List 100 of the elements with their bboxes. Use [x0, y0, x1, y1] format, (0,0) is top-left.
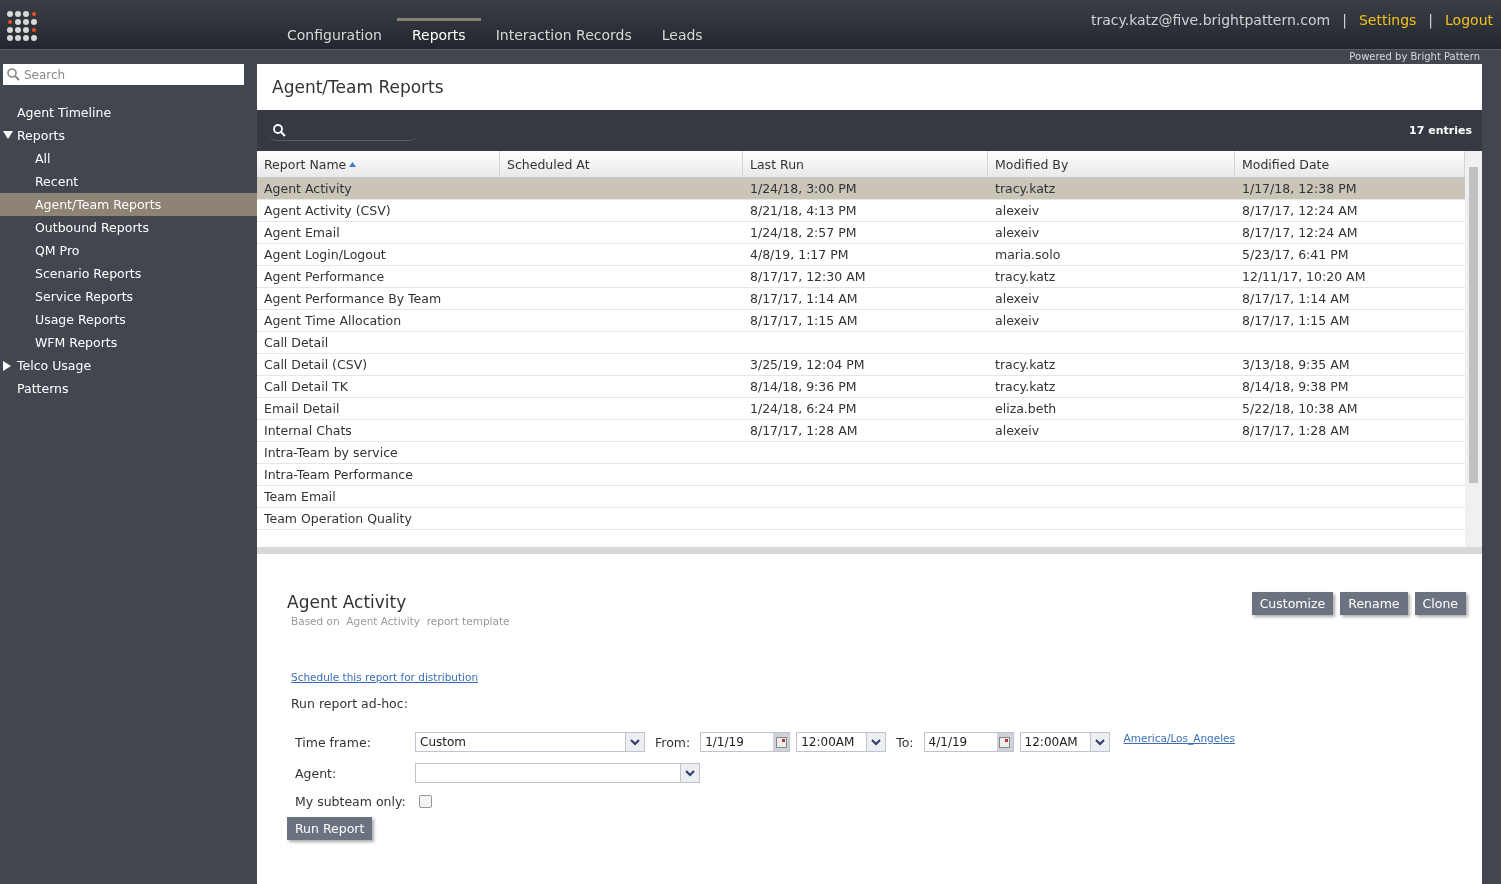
dropdown-caret-icon [685, 769, 695, 777]
dropdown-caret-icon [871, 738, 882, 746]
table-cell-text: 1/24/18, 2:57 PM [749, 224, 858, 242]
settings-link[interactable]: Settings [1358, 12, 1417, 49]
table-cell-text: 1/24/18, 6:24 PM [749, 400, 858, 418]
table-cell-text: 8/17/17, 1:15 AM [1241, 312, 1351, 330]
column-header[interactable]: Report Name [257, 151, 500, 177]
expanded-triangle-icon[interactable] [3, 131, 13, 139]
table-cell-text: alexeiv [994, 290, 1041, 308]
sidebar-item[interactable]: Reports [0, 124, 257, 147]
table-cell-text: alexeiv [994, 422, 1041, 440]
sort-arrow-icon [349, 161, 357, 167]
table-cell-text: 8/17/17, 1:14 AM [1241, 290, 1351, 308]
table-cell-text: Agent Login/Logout [263, 246, 387, 264]
table-cell-text: alexeiv [994, 202, 1041, 220]
agent-dropdown[interactable] [415, 763, 700, 783]
table-cell-text: tracy.katz [994, 378, 1057, 396]
table-cell-text: Agent Activity [263, 180, 353, 198]
table-cell-text: Agent Performance [263, 268, 386, 286]
sidebar-item[interactable]: Service Reports [0, 285, 257, 308]
table-cell-text: 3/25/19, 12:04 PM [749, 356, 866, 374]
field-label: From: [655, 734, 691, 750]
table-cell-text: Intra-Team Performance [263, 466, 414, 484]
sidebar-item[interactable]: Telco Usage [0, 354, 257, 377]
table-cell-text: 12/11/17, 10:20 AM [1241, 268, 1367, 286]
table-cell-text: Call Detail TK [263, 378, 349, 396]
table-cell-text: tracy.katz [994, 180, 1057, 198]
time-dropdown[interactable]: 12:00AM [1019, 732, 1110, 752]
nav-tab[interactable]: Interaction Records [480, 18, 647, 49]
time-dropdown[interactable]: 12:00AM [796, 732, 887, 752]
column-header[interactable]: Modified By [988, 151, 1235, 177]
table-cell-text: alexeiv [994, 312, 1041, 330]
field-label: My subteam only: [295, 794, 407, 809]
sidebar-item[interactable]: WFM Reports [0, 331, 257, 354]
table-cell-text: Internal Chats [263, 422, 353, 440]
column-header[interactable]: Last Run [743, 151, 988, 177]
table-cell-text: Team Email [263, 488, 337, 506]
table-cell-text: eliza.beth [994, 400, 1058, 418]
sidebar-item[interactable]: All [0, 147, 257, 170]
nav-tab[interactable]: Reports [396, 18, 481, 49]
table-cell-text: 8/14/18, 9:36 PM [749, 378, 858, 396]
checkbox[interactable] [419, 795, 432, 808]
table-cell-text: 5/23/17, 6:41 PM [1241, 246, 1350, 264]
sidebar-item[interactable]: Agent Timeline [0, 101, 257, 124]
table-cell-text: Agent Activity (CSV) [263, 202, 392, 220]
date-field[interactable]: 4/1/19 [923, 732, 1014, 752]
table-cell-text: 3/13/18, 9:35 AM [1241, 356, 1351, 374]
nav-tab[interactable]: Leads [646, 18, 718, 49]
scrollbar[interactable] [1465, 151, 1482, 547]
sidebar-item[interactable]: Patterns [0, 377, 257, 400]
action-button[interactable]: Rename [1340, 592, 1408, 615]
logout-link[interactable]: Logout [1445, 12, 1493, 49]
table-cell-text: 8/17/17, 1:28 AM [749, 422, 859, 440]
page-title: Agent/Team Reports [257, 64, 1482, 110]
date-field[interactable]: 1/1/19 [700, 732, 791, 752]
powered-by-text: Powered by Bright Pattern [1349, 51, 1480, 62]
search-field[interactable]: Search [3, 64, 244, 85]
table-cell-text: alexeiv [994, 224, 1041, 242]
table-cell-text: Team Operation Quality [263, 510, 413, 528]
table-cell-text: 8/14/18, 9:38 PM [1241, 378, 1350, 396]
table-cell-text: 8/17/17, 12:24 AM [1241, 202, 1359, 220]
separator: | [1342, 12, 1347, 31]
entries-count: 17 entries [1409, 124, 1472, 137]
timezone-link[interactable]: America/Los_Angeles [1123, 732, 1236, 744]
dropdown-caret-icon [630, 738, 640, 746]
collapsed-triangle-icon[interactable] [3, 361, 11, 371]
nav-tab[interactable]: Configuration [272, 18, 397, 49]
table-cell-text: tracy.katz [994, 356, 1057, 374]
separator: | [1428, 12, 1434, 31]
search-icon [273, 123, 286, 137]
action-button[interactable]: Clone [1414, 592, 1466, 615]
action-button[interactable]: Customize [1251, 592, 1334, 615]
column-header[interactable]: Scheduled At [500, 151, 743, 177]
schedule-link[interactable]: Schedule this report for distribution [291, 671, 479, 683]
report-title: Agent Activity [287, 592, 407, 612]
table-cell-text: 1/24/18, 3:00 PM [749, 180, 858, 198]
table-cell-text: 8/21/18, 4:13 PM [749, 202, 858, 220]
sidebar-item[interactable]: Agent/Team Reports [0, 193, 257, 216]
search-icon [7, 68, 20, 81]
table-cell-text: 8/17/17, 1:14 AM [749, 290, 859, 308]
run-report-button[interactable]: Run Report [287, 817, 373, 840]
table-cell-text: Intra-Team by service [263, 444, 399, 462]
sidebar-item[interactable]: Outbound Reports [0, 216, 257, 239]
sidebar-item[interactable]: Recent [0, 170, 257, 193]
table-cell-text: 8/17/17, 12:24 AM [1241, 224, 1359, 242]
sidebar-item[interactable]: QM Pro [0, 239, 257, 262]
report-subtitle: Based on Agent Activity report template [291, 615, 511, 627]
sidebar-item[interactable]: Scenario Reports [0, 262, 257, 285]
time-frame-dropdown[interactable]: Custom [415, 732, 645, 752]
table-cell-text: Call Detail [263, 334, 330, 352]
calendar-icon [775, 736, 787, 748]
table-cell-text: 8/17/17, 1:28 AM [1241, 422, 1351, 440]
sidebar-item[interactable]: Usage Reports [0, 308, 257, 331]
table-cell-text: Call Detail (CSV) [263, 356, 369, 374]
field-label: Agent: [295, 765, 338, 781]
table-cell-text: tracy.katz [994, 268, 1057, 286]
table-cell-text: 4/8/19, 1:17 PM [749, 246, 850, 264]
table-row[interactable]: Agent Activity 1/24/18, 3:00 PM tracy.katz 1/17/18, 12:38 PM [257, 178, 1465, 200]
run-adhoc-label: Run report ad-hoc: [291, 696, 409, 711]
field-label: To: [896, 734, 914, 750]
